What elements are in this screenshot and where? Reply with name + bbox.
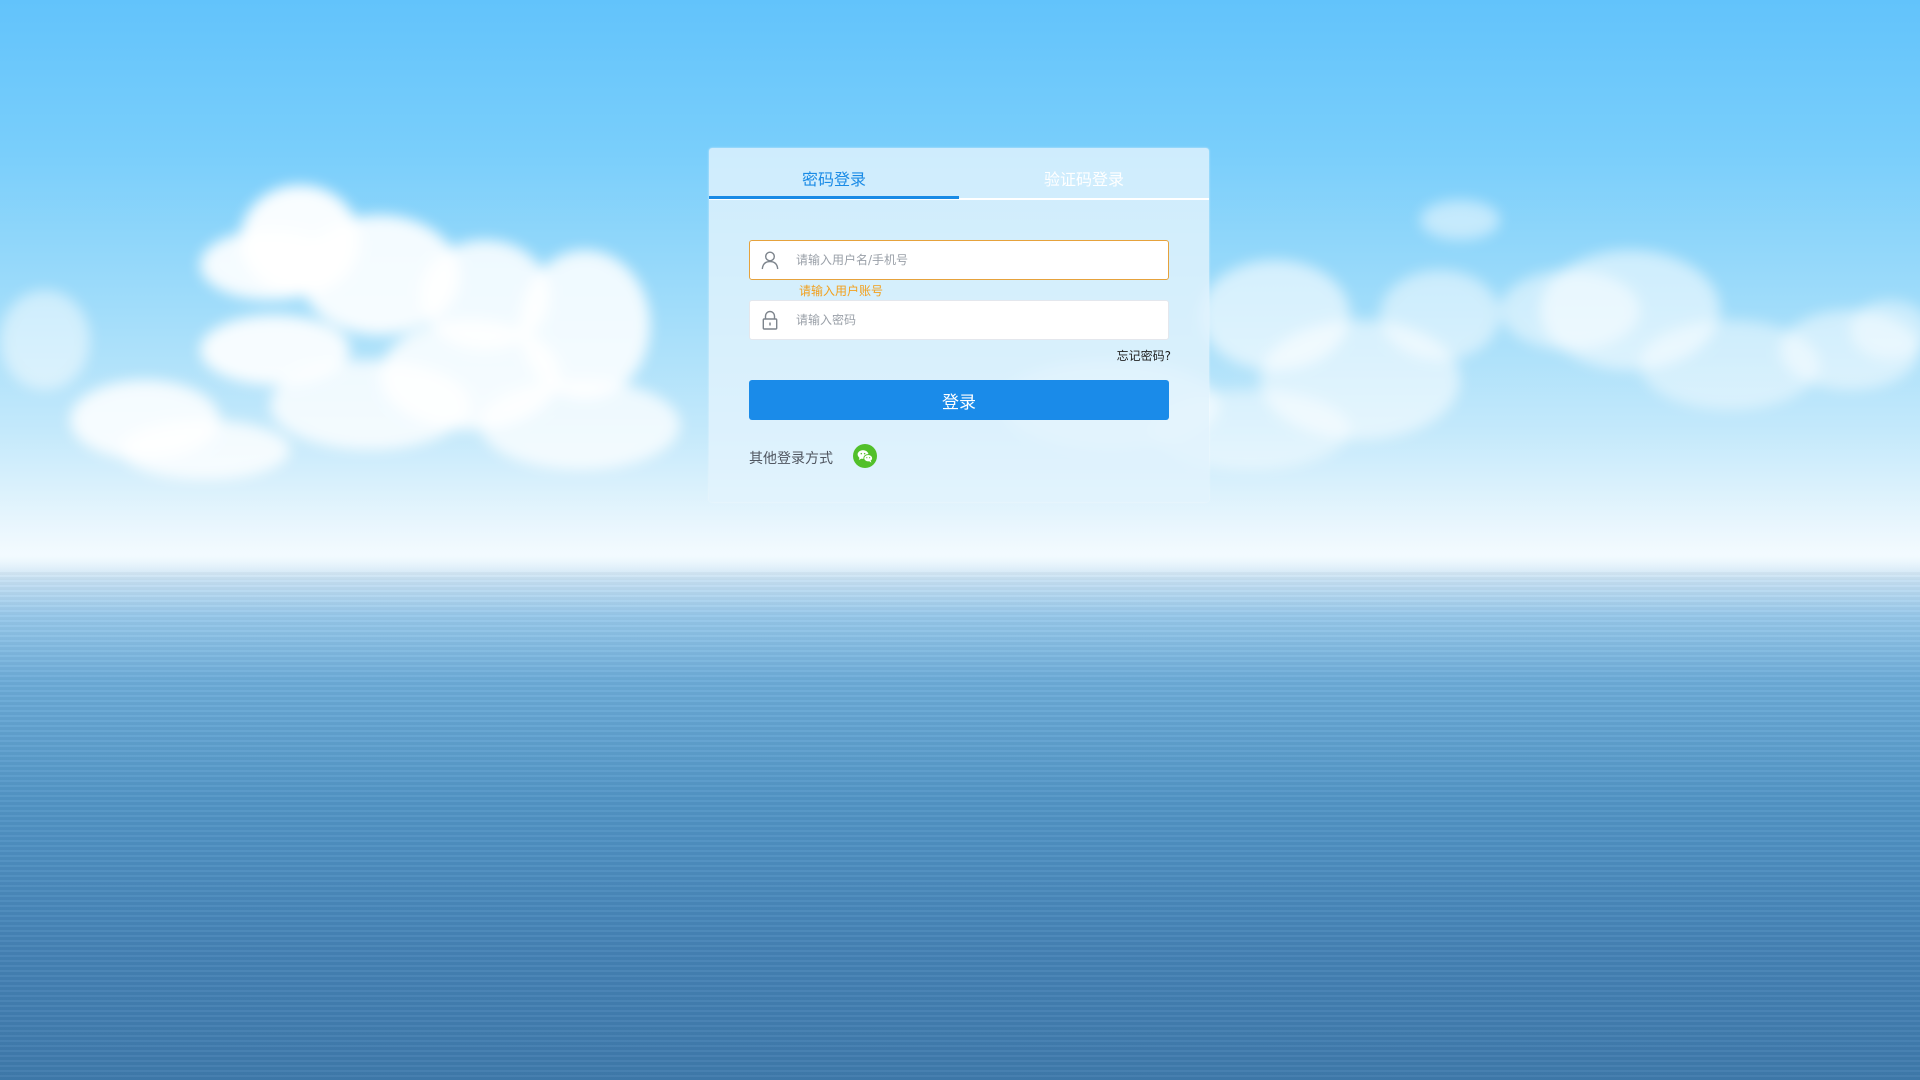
user-icon <box>760 250 780 270</box>
username-error-message: 请输入用户账号 <box>799 284 884 298</box>
other-login-label: 其他登录方式 <box>749 451 833 467</box>
login-panel: 密码登录 验证码登录 请输入用户账号 <box>709 148 1209 502</box>
username-field <box>749 240 1169 280</box>
password-input[interactable] <box>796 301 1156 339</box>
forgot-password-link[interactable]: 忘记密码? <box>1117 347 1171 364</box>
username-input[interactable] <box>796 241 1156 279</box>
password-field <box>749 300 1169 340</box>
login-tabs: 密码登录 验证码登录 <box>709 148 1209 200</box>
background-scene: 密码登录 验证码登录 请输入用户账号 <box>0 0 1920 1080</box>
tab-password-login[interactable]: 密码登录 <box>709 148 959 200</box>
active-tab-indicator <box>709 196 959 199</box>
lock-icon <box>760 310 780 330</box>
wechat-icon[interactable] <box>853 444 877 468</box>
tab-code-login[interactable]: 验证码登录 <box>959 148 1209 200</box>
sea-texture <box>0 570 1920 1080</box>
login-button[interactable]: 登录 <box>749 380 1169 420</box>
